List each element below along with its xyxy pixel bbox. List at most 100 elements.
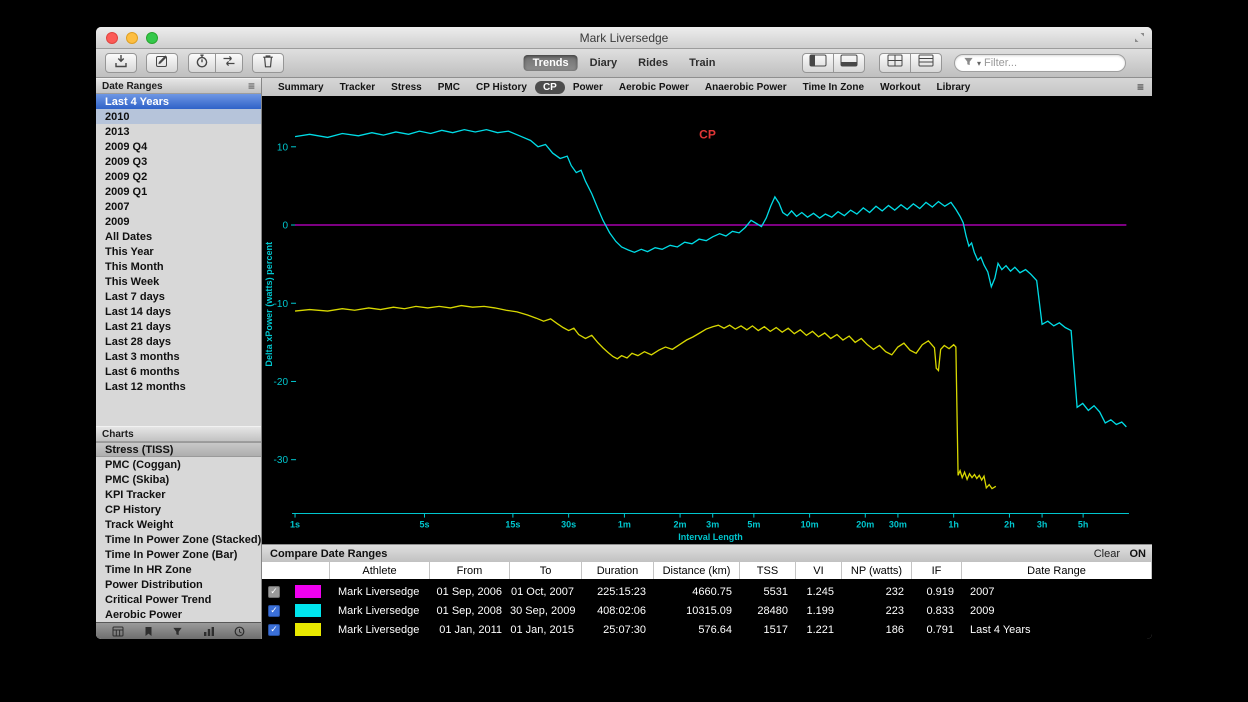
segment-train[interactable]: Train — [680, 55, 724, 71]
delete-button[interactable] — [252, 53, 284, 73]
tab-aerobic-power[interactable]: Aerobic Power — [611, 81, 697, 94]
date-range-item-2009[interactable]: 2009 — [96, 214, 261, 229]
row-checkbox[interactable]: ✓ — [268, 624, 280, 636]
svg-text:3h: 3h — [1037, 520, 1048, 530]
column-header-to[interactable]: To — [510, 562, 582, 579]
date-range-item-this-year[interactable]: This Year — [96, 244, 261, 259]
cell-tss: 5531 — [740, 586, 796, 598]
column-header-if[interactable]: IF — [912, 562, 962, 579]
tab-power[interactable]: Power — [565, 81, 611, 94]
column-header-tss[interactable]: TSS — [740, 562, 796, 579]
list-view-icon — [918, 54, 934, 72]
date-range-item-last-7-days[interactable]: Last 7 days — [96, 289, 261, 304]
edit-button[interactable] — [146, 53, 178, 73]
date-ranges-list: Last 4 Years201020132009 Q42009 Q32009 Q… — [96, 94, 261, 394]
chart-item-pmc-coggan-[interactable]: PMC (Coggan) — [96, 457, 261, 472]
date-range-item-last-21-days[interactable]: Last 21 days — [96, 319, 261, 334]
main-panel: SummaryTrackerStressPMCCP HistoryCPPower… — [262, 78, 1152, 639]
filter-input[interactable] — [984, 57, 1117, 69]
cell-vi: 1.199 — [796, 605, 842, 617]
date-range-item-last-3-months[interactable]: Last 3 months — [96, 349, 261, 364]
column-header-from[interactable]: From — [430, 562, 510, 579]
tab-time-in-zone[interactable]: Time In Zone — [795, 81, 873, 94]
tabbar-menu-icon[interactable]: ≡ — [1137, 82, 1144, 92]
tab-anaerobic-power[interactable]: Anaerobic Power — [697, 81, 795, 94]
segment-diary[interactable]: Diary — [581, 55, 627, 71]
date-range-item-2009-q4[interactable]: 2009 Q4 — [96, 139, 261, 154]
date-range-item-all-dates[interactable]: All Dates — [96, 229, 261, 244]
fullscreen-icon[interactable] — [1134, 32, 1145, 43]
column-header-np-watts-[interactable]: NP (watts) — [842, 562, 912, 579]
list-view-button[interactable] — [910, 53, 942, 73]
date-range-item-last-28-days[interactable]: Last 28 days — [96, 334, 261, 349]
tab-stress[interactable]: Stress — [383, 81, 430, 94]
tab-cp[interactable]: CP — [535, 81, 565, 94]
chart-item-aerobic-power[interactable]: Aerobic Power — [96, 607, 261, 622]
toggle-sidebar-button[interactable] — [802, 53, 834, 73]
date-range-item-2010[interactable]: 2010 — [96, 109, 261, 124]
column-header-athlete[interactable]: Athlete — [330, 562, 430, 579]
date-range-item-this-month[interactable]: This Month — [96, 259, 261, 274]
svg-text:2m: 2m — [674, 520, 687, 530]
segment-trends[interactable]: Trends — [524, 55, 578, 71]
date-range-item-2013[interactable]: 2013 — [96, 124, 261, 139]
chart-item-time-in-power-zone-bar-[interactable]: Time In Power Zone (Bar) — [96, 547, 261, 562]
chart-item-kpi-tracker[interactable]: KPI Tracker — [96, 487, 261, 502]
tab-library[interactable]: Library — [928, 81, 978, 94]
filter-field[interactable]: ▾ — [954, 54, 1126, 72]
row-checkbox[interactable]: ✓ — [268, 605, 280, 617]
tab-tracker[interactable]: Tracker — [332, 81, 384, 94]
intervals-button[interactable] — [215, 53, 243, 73]
date-range-item-last-12-months[interactable]: Last 12 months — [96, 379, 261, 394]
chart-item-stress-tiss-[interactable]: Stress (TISS) — [96, 442, 261, 457]
date-range-item-2009-q2[interactable]: 2009 Q2 — [96, 169, 261, 184]
cell-athlete: Mark Liversedge — [330, 624, 430, 636]
zoom-button[interactable] — [146, 32, 158, 44]
row-checkbox[interactable]: ✓ — [268, 586, 280, 598]
clock-icon[interactable] — [234, 626, 245, 637]
chart-item-power-distribution[interactable]: Power Distribution — [96, 577, 261, 592]
tab-summary[interactable]: Summary — [270, 81, 332, 94]
chart-item-critical-power-trend[interactable]: Critical Power Trend — [96, 592, 261, 607]
compare-row[interactable]: ✓Mark Liversedge01 Sep, 200830 Sep, 2009… — [262, 601, 1152, 620]
date-range-item-2007[interactable]: 2007 — [96, 199, 261, 214]
chart-item-cp-history[interactable]: CP History — [96, 502, 261, 517]
column-header-distance-km-[interactable]: Distance (km) — [654, 562, 740, 579]
tile-view-button[interactable] — [879, 53, 911, 73]
compare-on-toggle[interactable]: ON — [1130, 548, 1147, 560]
compare-row[interactable]: ✓Mark Liversedge01 Sep, 200601 Oct, 2007… — [262, 582, 1152, 601]
date-range-item-last-4-years[interactable]: Last 4 Years — [96, 94, 261, 109]
filter-icon[interactable] — [172, 626, 183, 637]
chart-item-track-weight[interactable]: Track Weight — [96, 517, 261, 532]
compare-clear-button[interactable]: Clear — [1094, 548, 1120, 560]
close-button[interactable] — [106, 32, 118, 44]
menu-icon[interactable]: ≡ — [248, 81, 255, 91]
date-range-item-2009-q3[interactable]: 2009 Q3 — [96, 154, 261, 169]
calendar-icon[interactable] — [112, 626, 124, 637]
compare-row[interactable]: ✓Mark Liversedge01 Jan, 201101 Jan, 2015… — [262, 620, 1152, 639]
chart-item-time-in-hr-zone[interactable]: Time In HR Zone — [96, 562, 261, 577]
column-header-vi[interactable]: VI — [796, 562, 842, 579]
chart-item-pmc-skiba-[interactable]: PMC (Skiba) — [96, 472, 261, 487]
stopwatch-button[interactable] — [188, 53, 216, 73]
date-range-item-2009-q1[interactable]: 2009 Q1 — [96, 184, 261, 199]
toggle-bottombar-button[interactable] — [833, 53, 865, 73]
cell-to: 01 Oct, 2007 — [510, 586, 582, 598]
date-range-item-this-week[interactable]: This Week — [96, 274, 261, 289]
date-range-item-last-14-days[interactable]: Last 14 days — [96, 304, 261, 319]
chart-bars-icon[interactable] — [203, 626, 215, 637]
tab-workout[interactable]: Workout — [872, 81, 928, 94]
minimize-button[interactable] — [126, 32, 138, 44]
tab-pmc[interactable]: PMC — [430, 81, 468, 94]
bookmark-icon[interactable] — [144, 626, 153, 637]
date-range-item-last-6-months[interactable]: Last 6 months — [96, 364, 261, 379]
save-button[interactable] — [105, 53, 137, 73]
segment-rides[interactable]: Rides — [629, 55, 677, 71]
sidebar-left-icon — [809, 54, 827, 72]
window-titlebar[interactable]: Mark Liversedge — [96, 27, 1152, 49]
column-header-date-range[interactable]: Date Range — [962, 562, 1152, 579]
cell-duration: 408:02:06 — [582, 605, 654, 617]
column-header-duration[interactable]: Duration — [582, 562, 654, 579]
tab-cp-history[interactable]: CP History — [468, 81, 535, 94]
chart-item-time-in-power-zone-stacked-[interactable]: Time In Power Zone (Stacked) — [96, 532, 261, 547]
